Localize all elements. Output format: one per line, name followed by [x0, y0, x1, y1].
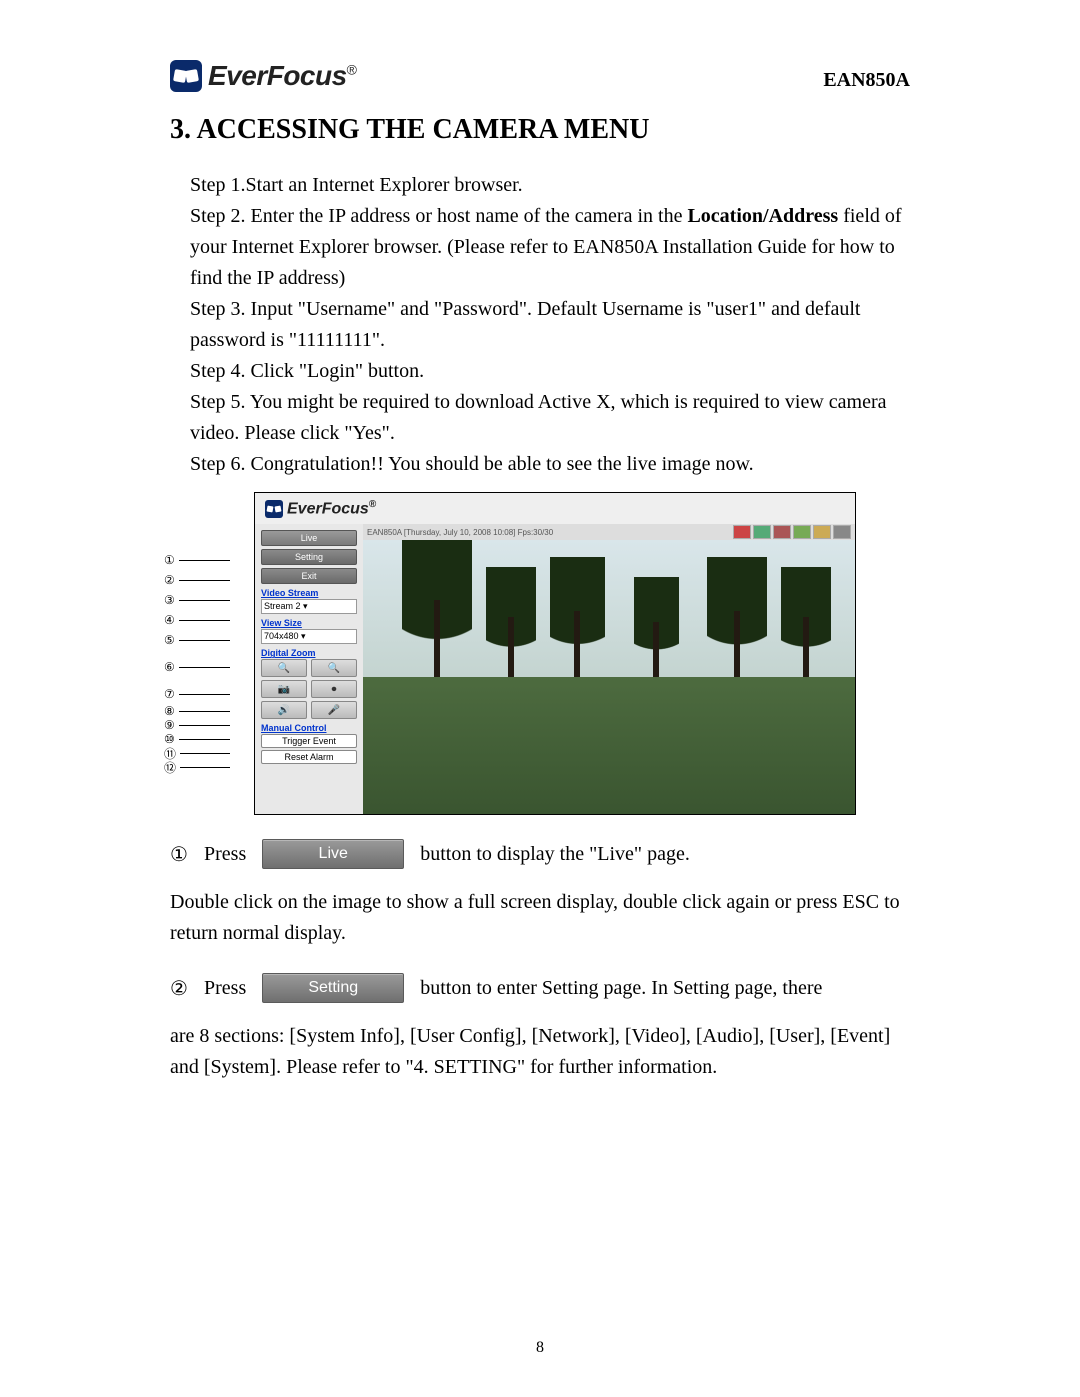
view-size-label: View Size: [261, 618, 357, 628]
snapshot-button[interactable]: 📷: [261, 680, 307, 698]
zoom-out-button[interactable]: 🔍: [261, 659, 307, 677]
toolbar-icon[interactable]: [833, 525, 851, 539]
video-stream-label: Video Stream: [261, 588, 357, 598]
camera-ui-screenshot: EverFocus® Live Setting Exit Video Strea…: [254, 492, 856, 815]
press-word: Press: [204, 977, 246, 1000]
step-2: Step 2. Enter the IP address or host nam…: [190, 201, 910, 294]
document-page: EverFocus® EAN850A 3. ACCESSING THE CAME…: [0, 0, 1080, 1397]
toolbar-icon[interactable]: [773, 525, 791, 539]
step-3: Step 3. Input "Username" and "Password".…: [190, 294, 910, 356]
press-setting-after: button to enter Setting page. In Setting…: [420, 977, 822, 1000]
fig-header: EverFocus®: [255, 493, 855, 524]
mic-button[interactable]: 🎤: [311, 701, 357, 719]
screenshot-figure-wrapper: ① ② ③ ④ ⑤ ⑥ ⑦ ⑧ ⑨ ⑩ ⑪ ⑫ ⑬ ⑭ EverFocus® L…: [230, 492, 830, 815]
brand-logo: EverFocus®: [170, 60, 357, 92]
fig-main: EAN850A [Thursday, July 10, 2008 10:08] …: [363, 524, 855, 814]
toolbar-icon[interactable]: [813, 525, 831, 539]
left-callouts: ① ② ③ ④ ⑤ ⑥ ⑦ ⑧ ⑨ ⑩ ⑪ ⑫: [164, 550, 230, 774]
zoom-in-button[interactable]: 🔍: [311, 659, 357, 677]
fig-sidebar: Live Setting Exit Video Stream Stream 2 …: [255, 524, 363, 814]
reset-alarm-button[interactable]: Reset Alarm: [261, 750, 357, 764]
fig-statusbar: EAN850A [Thursday, July 10, 2008 10:08] …: [363, 524, 855, 540]
page-header: EverFocus® EAN850A: [170, 60, 910, 92]
double-click-text: Double click on the image to show a full…: [170, 887, 910, 949]
section-title: 3. ACCESSING THE CAMERA MENU: [170, 114, 910, 146]
audio-button[interactable]: 🔊: [261, 701, 307, 719]
toolbar-icon[interactable]: [733, 525, 751, 539]
press-live-line: ① Press Live button to display the "Live…: [170, 839, 910, 869]
bullet-2: ②: [170, 976, 188, 1001]
manual-control-label: Manual Control: [261, 723, 357, 733]
fig-logo-icon: [265, 500, 283, 518]
live-button[interactable]: Live: [261, 530, 357, 546]
page-number: 8: [536, 1339, 544, 1357]
brand-logo-icon: [170, 60, 202, 92]
record-button[interactable]: ⏺: [311, 680, 357, 698]
sections-text: are 8 sections: [System Info], [User Con…: [170, 1021, 910, 1083]
steps-block: Step 1.Start an Internet Explorer browse…: [190, 170, 910, 480]
status-text: EAN850A [Thursday, July 10, 2008 10:08] …: [367, 528, 553, 537]
step-4: Step 4. Click "Login" button.: [190, 356, 910, 387]
press-word: Press: [204, 843, 246, 866]
brand-name: EverFocus®: [208, 60, 357, 92]
model-number: EAN850A: [823, 69, 910, 92]
press-live-after: button to display the "Live" page.: [420, 843, 690, 866]
digital-zoom-label: Digital Zoom: [261, 648, 357, 658]
toolbar-icon[interactable]: [793, 525, 811, 539]
step-1: Step 1.Start an Internet Explorer browse…: [190, 170, 910, 201]
setting-button[interactable]: Setting: [261, 549, 357, 565]
exit-button[interactable]: Exit: [261, 568, 357, 584]
live-button-inline[interactable]: Live: [262, 839, 404, 869]
bullet-1: ①: [170, 842, 188, 867]
setting-button-inline[interactable]: Setting: [262, 973, 404, 1003]
toolbar-icons: [733, 525, 851, 539]
press-setting-line: ② Press Setting button to enter Setting …: [170, 973, 910, 1003]
trigger-event-button[interactable]: Trigger Event: [261, 734, 357, 748]
video-stream-select[interactable]: Stream 2 ▾: [261, 599, 357, 614]
view-size-select[interactable]: 704x480 ▾: [261, 629, 357, 644]
toolbar-icon[interactable]: [753, 525, 771, 539]
fig-brand-name: EverFocus®: [287, 499, 376, 518]
step-5: Step 5. You might be required to downloa…: [190, 387, 910, 449]
live-video-area[interactable]: [363, 540, 855, 814]
step-6: Step 6. Congratulation!! You should be a…: [190, 449, 910, 480]
